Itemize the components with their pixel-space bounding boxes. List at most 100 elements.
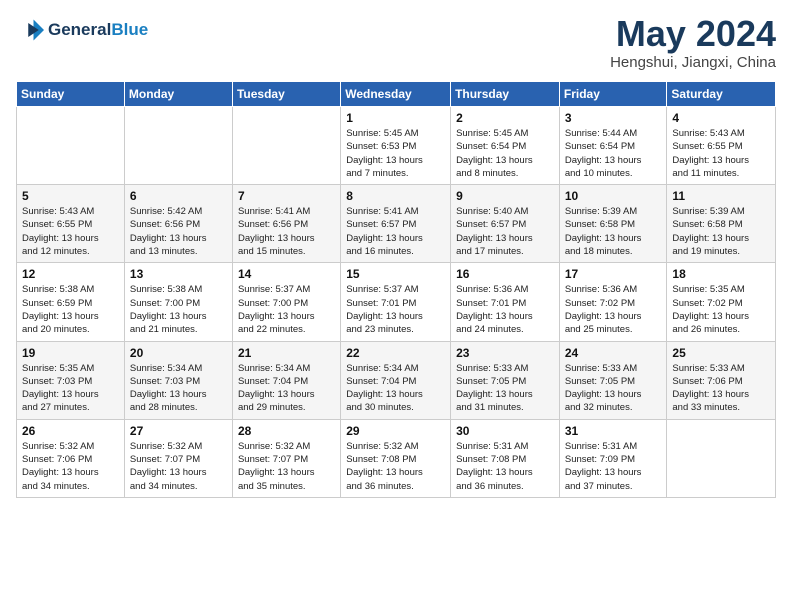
calendar-cell: 13Sunrise: 5:38 AM Sunset: 7:00 PM Dayli… — [124, 263, 232, 341]
calendar-cell: 29 Sunrise: 5:32 AM Sunset: 7:08 PM Dayli… — [341, 419, 451, 497]
day-number: 21 — [238, 346, 335, 360]
day-info: Sunrise: 5:41 AM Sunset: 6:57 PM Dayligh… — [346, 205, 445, 258]
header-wednesday: Wednesday — [341, 82, 451, 107]
day-number: 14 — [238, 267, 335, 281]
header: GeneralBlue May 2024 Hengshui, Jiangxi, … — [16, 16, 776, 71]
calendar-cell: 25 Sunrise: 5:33 AM Sunset: 7:06 PM Dayli… — [667, 341, 776, 419]
calendar-cell: 18 Sunrise: 5:35 AM Sunset: 7:02 PM Dayli… — [667, 263, 776, 341]
day-number: 17 — [565, 267, 662, 281]
day-number: 9 — [456, 189, 554, 203]
day-info: Sunrise: 5:33 AM Sunset: 7:06 PM Dayligh… — [672, 362, 770, 415]
day-info: Sunrise: 5:32 AM Sunset: 7:07 PM Dayligh… — [130, 440, 227, 493]
calendar-cell: 31Sunrise: 5:31 AM Sunset: 7:09 PM Dayli… — [559, 419, 667, 497]
calendar-cell — [667, 419, 776, 497]
calendar-cell: 21 Sunrise: 5:34 AM Sunset: 7:04 PM Dayli… — [232, 341, 340, 419]
calendar-cell — [124, 107, 232, 185]
calendar-cell: 23 Sunrise: 5:33 AM Sunset: 7:05 PM Dayli… — [451, 341, 560, 419]
calendar-cell: 26 Sunrise: 5:32 AM Sunset: 7:06 PM Dayli… — [17, 419, 125, 497]
day-number: 22 — [346, 346, 445, 360]
calendar-cell: 10 Sunrise: 5:39 AM Sunset: 6:58 PM Dayli… — [559, 185, 667, 263]
day-number: 23 — [456, 346, 554, 360]
month-title: May 2024 — [610, 16, 776, 52]
logo-text: GeneralBlue — [48, 20, 148, 40]
day-info: Sunrise: 5:39 AM Sunset: 6:58 PM Dayligh… — [565, 205, 662, 258]
day-info: Sunrise: 5:45 AM Sunset: 6:54 PM Dayligh… — [456, 127, 554, 180]
day-number: 26 — [22, 424, 119, 438]
week-row-1: 1 Sunrise: 5:45 AM Sunset: 6:53 PM Daylig… — [17, 107, 776, 185]
day-number: 1 — [346, 111, 445, 125]
calendar-cell: 6 Sunrise: 5:42 AM Sunset: 6:56 PM Daylig… — [124, 185, 232, 263]
calendar-cell: 27 Sunrise: 5:32 AM Sunset: 7:07 PM Dayli… — [124, 419, 232, 497]
week-row-5: 26 Sunrise: 5:32 AM Sunset: 7:06 PM Dayli… — [17, 419, 776, 497]
day-info: Sunrise: 5:45 AM Sunset: 6:53 PM Dayligh… — [346, 127, 445, 180]
day-number: 5 — [22, 189, 119, 203]
day-number: 16 — [456, 267, 554, 281]
calendar-cell: 20Sunrise: 5:34 AM Sunset: 7:03 PM Dayli… — [124, 341, 232, 419]
day-info: Sunrise: 5:42 AM Sunset: 6:56 PM Dayligh… — [130, 205, 227, 258]
day-number: 18 — [672, 267, 770, 281]
day-number: 10 — [565, 189, 662, 203]
day-number: 30 — [456, 424, 554, 438]
day-number: 12 — [22, 267, 119, 281]
calendar-cell — [232, 107, 340, 185]
week-row-3: 12 Sunrise: 5:38 AM Sunset: 6:59 PM Dayli… — [17, 263, 776, 341]
day-info: Sunrise: 5:43 AM Sunset: 6:55 PM Dayligh… — [672, 127, 770, 180]
day-info: Sunrise: 5:36 AM Sunset: 7:01 PM Dayligh… — [456, 283, 554, 336]
day-number: 24 — [565, 346, 662, 360]
day-number: 3 — [565, 111, 662, 125]
calendar-cell: 7Sunrise: 5:41 AM Sunset: 6:56 PM Daylig… — [232, 185, 340, 263]
calendar-cell: 24 Sunrise: 5:33 AM Sunset: 7:05 PM Dayli… — [559, 341, 667, 419]
day-info: Sunrise: 5:31 AM Sunset: 7:09 PM Dayligh… — [565, 440, 662, 493]
day-info: Sunrise: 5:33 AM Sunset: 7:05 PM Dayligh… — [565, 362, 662, 415]
day-info: Sunrise: 5:34 AM Sunset: 7:04 PM Dayligh… — [238, 362, 335, 415]
header-sunday: Sunday — [17, 82, 125, 107]
weekday-header-row: Sunday Monday Tuesday Wednesday Thursday… — [17, 82, 776, 107]
calendar-cell: 12 Sunrise: 5:38 AM Sunset: 6:59 PM Dayli… — [17, 263, 125, 341]
day-info: Sunrise: 5:32 AM Sunset: 7:08 PM Dayligh… — [346, 440, 445, 493]
day-info: Sunrise: 5:37 AM Sunset: 7:00 PM Dayligh… — [238, 283, 335, 336]
calendar-cell: 5 Sunrise: 5:43 AM Sunset: 6:55 PM Daylig… — [17, 185, 125, 263]
day-info: Sunrise: 5:39 AM Sunset: 6:58 PM Dayligh… — [672, 205, 770, 258]
header-thursday: Thursday — [451, 82, 560, 107]
day-info: Sunrise: 5:32 AM Sunset: 7:06 PM Dayligh… — [22, 440, 119, 493]
calendar-cell: 3 Sunrise: 5:44 AM Sunset: 6:54 PM Daylig… — [559, 107, 667, 185]
calendar-cell: 9 Sunrise: 5:40 AM Sunset: 6:57 PM Daylig… — [451, 185, 560, 263]
calendar-cell: 30 Sunrise: 5:31 AM Sunset: 7:08 PM Dayli… — [451, 419, 560, 497]
calendar-cell — [17, 107, 125, 185]
header-monday: Monday — [124, 82, 232, 107]
day-number: 29 — [346, 424, 445, 438]
calendar-cell: 14 Sunrise: 5:37 AM Sunset: 7:00 PM Dayli… — [232, 263, 340, 341]
calendar-cell: 1 Sunrise: 5:45 AM Sunset: 6:53 PM Daylig… — [341, 107, 451, 185]
logo-icon — [16, 16, 44, 44]
calendar-cell: 28 Sunrise: 5:32 AM Sunset: 7:07 PM Dayli… — [232, 419, 340, 497]
day-info: Sunrise: 5:31 AM Sunset: 7:08 PM Dayligh… — [456, 440, 554, 493]
day-info: Sunrise: 5:44 AM Sunset: 6:54 PM Dayligh… — [565, 127, 662, 180]
day-info: Sunrise: 5:38 AM Sunset: 6:59 PM Dayligh… — [22, 283, 119, 336]
day-number: 20 — [130, 346, 227, 360]
day-number: 28 — [238, 424, 335, 438]
day-number: 15 — [346, 267, 445, 281]
day-info: Sunrise: 5:41 AM Sunset: 6:56 PM Dayligh… — [238, 205, 335, 258]
calendar-cell: 8Sunrise: 5:41 AM Sunset: 6:57 PM Daylig… — [341, 185, 451, 263]
day-number: 27 — [130, 424, 227, 438]
day-info: Sunrise: 5:35 AM Sunset: 7:03 PM Dayligh… — [22, 362, 119, 415]
day-info: Sunrise: 5:37 AM Sunset: 7:01 PM Dayligh… — [346, 283, 445, 336]
header-saturday: Saturday — [667, 82, 776, 107]
day-info: Sunrise: 5:43 AM Sunset: 6:55 PM Dayligh… — [22, 205, 119, 258]
day-info: Sunrise: 5:40 AM Sunset: 6:57 PM Dayligh… — [456, 205, 554, 258]
day-number: 25 — [672, 346, 770, 360]
day-info: Sunrise: 5:35 AM Sunset: 7:02 PM Dayligh… — [672, 283, 770, 336]
calendar-cell: 2Sunrise: 5:45 AM Sunset: 6:54 PM Daylig… — [451, 107, 560, 185]
calendar-cell: 11 Sunrise: 5:39 AM Sunset: 6:58 PM Dayli… — [667, 185, 776, 263]
logo: GeneralBlue — [16, 16, 148, 44]
day-info: Sunrise: 5:33 AM Sunset: 7:05 PM Dayligh… — [456, 362, 554, 415]
calendar-cell: 4Sunrise: 5:43 AM Sunset: 6:55 PM Daylig… — [667, 107, 776, 185]
page: GeneralBlue May 2024 Hengshui, Jiangxi, … — [0, 0, 792, 508]
calendar-cell: 16 Sunrise: 5:36 AM Sunset: 7:01 PM Dayli… — [451, 263, 560, 341]
calendar: Sunday Monday Tuesday Wednesday Thursday… — [16, 81, 776, 498]
day-number: 6 — [130, 189, 227, 203]
day-number: 11 — [672, 189, 770, 203]
day-info: Sunrise: 5:32 AM Sunset: 7:07 PM Dayligh… — [238, 440, 335, 493]
header-friday: Friday — [559, 82, 667, 107]
day-number: 13 — [130, 267, 227, 281]
